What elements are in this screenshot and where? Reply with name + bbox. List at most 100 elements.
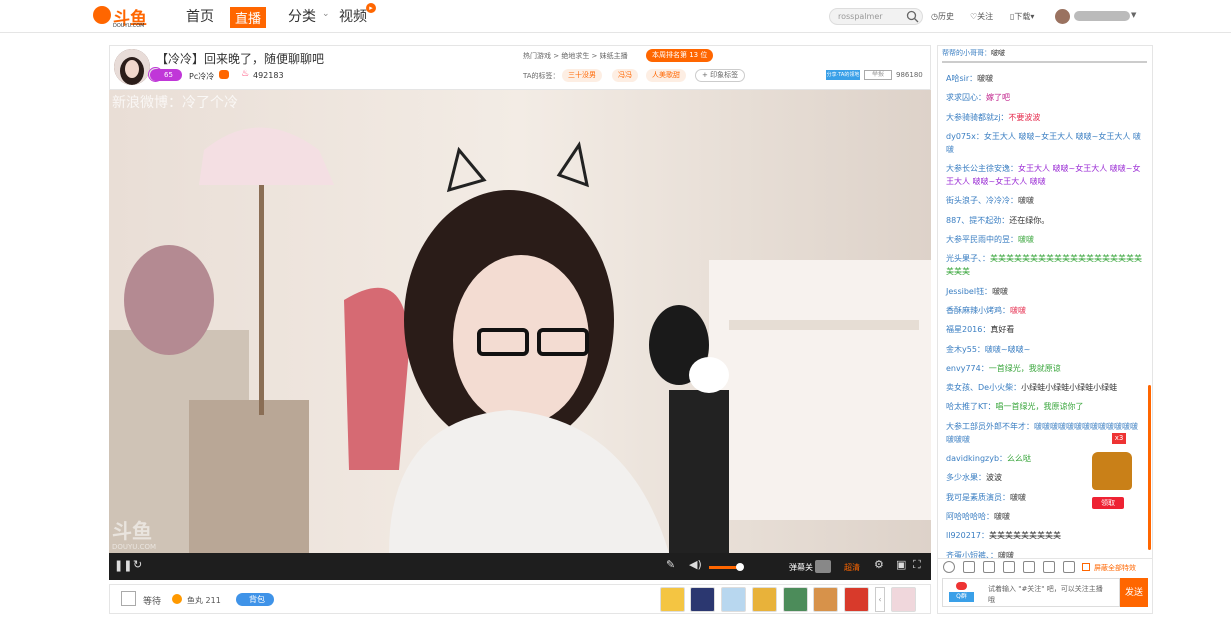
chat-username[interactable]: dy075x：: [946, 132, 984, 141]
video-player[interactable]: [109, 90, 931, 553]
chat-username[interactable]: 求求囚心：: [946, 93, 986, 102]
chat-username[interactable]: 哈太推了KT：: [946, 402, 996, 411]
emoji-icon[interactable]: [943, 561, 955, 573]
logo-sub: DOUYU.COM: [113, 23, 145, 29]
chat-username[interactable]: 大参平民雨中的昱：: [946, 235, 1018, 244]
chat-message: 大参平民雨中的昱：啵啵: [946, 233, 1142, 246]
chat-username[interactable]: 多少水果：: [946, 473, 986, 482]
volume-icon[interactable]: ◀): [689, 558, 702, 571]
chat-username[interactable]: 街头浪子、冷冷冷：: [946, 196, 1018, 205]
history-label: 历史: [937, 12, 954, 21]
chat-pinned-user[interactable]: 帮帮的小哥哥：: [942, 49, 991, 57]
chevron-down-icon[interactable]: ⌄: [322, 9, 330, 19]
chat-username[interactable]: A哈sir：: [946, 74, 977, 83]
gift-4[interactable]: [752, 587, 777, 612]
nav-home[interactable]: 首页: [186, 6, 214, 26]
avatar[interactable]: [1055, 9, 1070, 24]
tag-3[interactable]: 人美歌甜: [646, 69, 686, 82]
chat-username[interactable]: Jessibel钰：: [946, 287, 992, 296]
refresh-icon[interactable]: ↻: [133, 558, 142, 571]
chat-username[interactable]: 卖女孩、De小火柴：: [946, 383, 1021, 392]
nav-category[interactable]: 分类: [288, 6, 316, 26]
fish-logo-icon: [93, 6, 111, 24]
heart-icon: [956, 582, 967, 590]
mail-icon[interactable]: [963, 561, 975, 573]
chat-message: 哈太推了KT：唱一首绿光，我原谅你了: [946, 400, 1142, 413]
download-button[interactable]: ▯下载▾: [1010, 11, 1034, 22]
gift-1[interactable]: [660, 587, 685, 612]
danmu-toggle[interactable]: [815, 560, 831, 573]
chest-claim-button[interactable]: 领取: [1092, 497, 1124, 509]
anchor-name[interactable]: Pc冷冷: [189, 71, 214, 82]
chat-text: 啵啵: [1010, 492, 1026, 502]
chat-text: 还在绿你。: [1009, 215, 1050, 225]
message-icon[interactable]: [219, 70, 229, 79]
gift-prev-arrow[interactable]: ‹: [875, 587, 885, 612]
chat-username[interactable]: envy774：: [946, 364, 989, 373]
chat-username[interactable]: 我可是素质演员：: [946, 493, 1010, 502]
add-tag-button[interactable]: + 印象标签: [695, 69, 746, 82]
wait-icon[interactable]: [121, 591, 136, 606]
pause-icon[interactable]: ❚❚: [114, 559, 132, 572]
fishball-count: 鱼丸 211: [187, 596, 221, 605]
chat-username[interactable]: 大参长公主徐安逸：: [946, 164, 1018, 173]
history-icon: ◷: [931, 12, 938, 21]
grid-icon[interactable]: [1043, 561, 1055, 573]
chat-message: 阿哈哈哈哈：啵啵: [946, 510, 1142, 523]
gift-2[interactable]: [690, 587, 715, 612]
upload-icon[interactable]: [1003, 561, 1015, 573]
broadcast-icon[interactable]: [983, 561, 995, 573]
chat-username[interactable]: 大参工部员外郎不年才：: [946, 422, 1034, 431]
username-blurred[interactable]: [1074, 11, 1130, 21]
quality-button[interactable]: 超清: [844, 562, 860, 573]
follow-button[interactable]: ♡关注: [970, 11, 993, 22]
chat-username[interactable]: 大参骑骑都就zj：: [946, 113, 1008, 122]
chat-text: 一首绿光，我就原谅: [988, 363, 1061, 373]
gift-3[interactable]: [721, 587, 746, 612]
volume-handle[interactable]: [736, 563, 744, 571]
chat-list[interactable]: A哈sir：啵啵 求求囚心：嫁了吧 大参骑骑都就zj：不要波波 dy075x：女王大人…: [946, 72, 1142, 568]
chat-username[interactable]: 福星2016：: [946, 325, 990, 334]
treasure-chest-icon[interactable]: [1092, 452, 1132, 490]
gift-6[interactable]: [813, 587, 838, 612]
tag-1[interactable]: 三十没男: [562, 69, 602, 82]
douyu-logo[interactable]: 斗鱼 DOUYU.COM: [93, 4, 153, 30]
translate-icon[interactable]: [1063, 561, 1075, 573]
search-icon[interactable]: [906, 10, 919, 23]
danmu-label: 弹幕关: [789, 563, 813, 572]
anchor-avatar[interactable]: [114, 49, 150, 85]
gift-8[interactable]: [891, 587, 916, 612]
send-button[interactable]: 发送: [1120, 578, 1148, 607]
tag-2[interactable]: 冯冯: [612, 69, 638, 82]
chat-scrollbar[interactable]: [1148, 385, 1151, 550]
settings-icon[interactable]: ⚙: [874, 558, 884, 571]
chat-username[interactable]: ll920217：: [946, 531, 989, 540]
chat-username[interactable]: davidkingzyb：: [946, 454, 1007, 463]
fit-screen-icon[interactable]: ▣: [896, 558, 906, 571]
chat-username[interactable]: 香酥麻辣小烤鸡：: [946, 306, 1010, 315]
report-button[interactable]: 举报: [864, 70, 892, 80]
nav-video[interactable]: 视频: [339, 6, 367, 26]
chevron-down-icon[interactable]: ▼: [1131, 11, 1136, 19]
hide-effects-label[interactable]: 屏蔽全部特效: [1094, 563, 1136, 573]
qq-group-label: Q群: [949, 592, 974, 602]
edit-icon[interactable]: ✎: [666, 558, 675, 571]
douyu-watermark: 斗鱼: [112, 519, 152, 543]
chat-username[interactable]: 金木y55：: [946, 345, 985, 354]
chat-username[interactable]: 阿哈哈哈哈：: [946, 512, 994, 521]
chat-text: 真好看: [990, 325, 1015, 335]
rank-badge[interactable]: 本周排名第 13 位: [646, 49, 714, 62]
backpack-button[interactable]: 背包: [236, 593, 274, 606]
share-button[interactable]: 分享·TA的领地: [826, 70, 860, 80]
gift-5[interactable]: [783, 587, 808, 612]
breadcrumb[interactable]: 热门游戏 > 绝地求生 > 妹纸主播: [523, 51, 628, 61]
nav-live[interactable]: 直播: [230, 7, 267, 28]
fullscreen-icon[interactable]: ⛶: [913, 558, 921, 572]
chat-username[interactable]: 887、提不起劲：: [946, 216, 1009, 225]
chat-username[interactable]: 光头果子、：: [946, 254, 990, 263]
hide-effects-checkbox[interactable]: [1082, 563, 1090, 571]
room-header: 【冷冷】回来晚了，随便聊聊吧 65 Pc冷冷 ♨ 492183 热门游戏 > 绝…: [109, 45, 931, 90]
gift-7[interactable]: [844, 587, 869, 612]
crown-icon[interactable]: [1023, 561, 1035, 573]
history-button[interactable]: ◷历史: [931, 11, 954, 22]
